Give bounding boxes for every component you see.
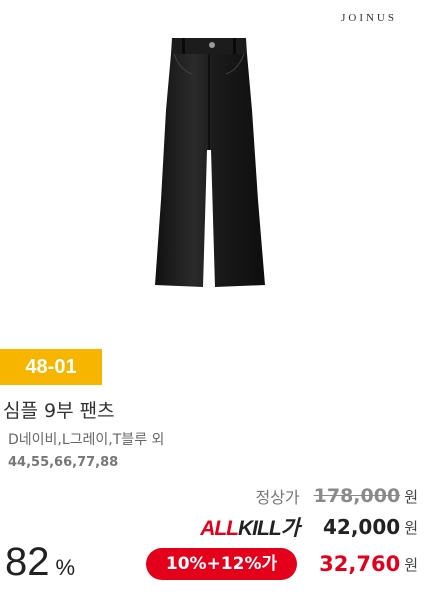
allkill-price: 42,000: [323, 515, 401, 539]
discount-rate-value: 82: [5, 540, 50, 584]
allkill-logo-kill: KILL가: [238, 517, 300, 540]
product-code-badge: 48-01: [0, 349, 102, 385]
discount-rate: 82%: [5, 540, 75, 585]
discount-price-row: 10%+12%가 32,760 원: [145, 548, 418, 580]
discount-rate-unit: %: [55, 555, 76, 580]
regular-price-label: 정상가: [255, 488, 300, 507]
allkill-price-row: ALLKILL가 42,000 원: [200, 512, 418, 542]
brand-logo: JOINUS: [341, 12, 397, 24]
product-title[interactable]: 심플 9부 팬츠: [3, 396, 115, 423]
final-price: 32,760: [319, 552, 401, 576]
regular-price: 178,000: [313, 485, 401, 507]
allkill-logo-all: ALL: [200, 517, 239, 540]
pants-image: [155, 38, 265, 287]
regular-price-row: 정상가 178,000 원: [255, 484, 418, 508]
currency-unit: 원: [404, 487, 418, 506]
color-options: D네이비,L그레이,T블루 외: [8, 432, 165, 448]
allkill-logo: ALLKILL가: [200, 512, 300, 542]
discount-badge: 10%+12%가: [145, 548, 298, 580]
currency-unit: 원: [404, 518, 418, 537]
product-image[interactable]: [0, 0, 430, 340]
currency-unit: 원: [404, 555, 418, 574]
size-options: 44,55,66,77,88: [8, 455, 119, 470]
